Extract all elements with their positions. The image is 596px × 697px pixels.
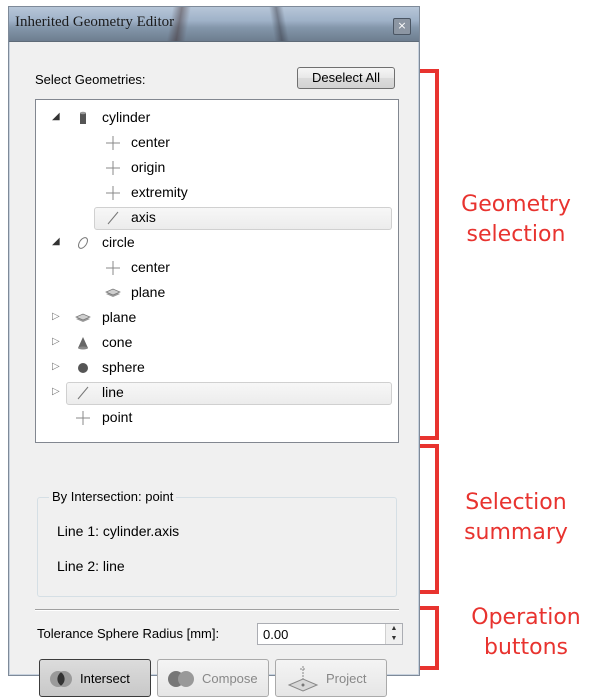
annotation-line: Selection xyxy=(465,490,567,515)
intersect-label: Intersect xyxy=(80,671,130,686)
expand-arrow-icon[interactable]: ▷ xyxy=(52,361,60,372)
cone-icon xyxy=(78,337,88,350)
tolerance-value[interactable]: 0.00 xyxy=(263,627,288,642)
tree-item-label: center xyxy=(131,134,170,150)
operation-buttons-annotation: Operation buttons xyxy=(456,603,596,663)
spin-arrows[interactable]: ▲ ▼ xyxy=(385,624,402,644)
project-icon xyxy=(287,666,319,692)
plane-icon xyxy=(105,288,121,297)
dialog-body: Select Geometries: Deselect All ◢ cylind… xyxy=(15,43,413,697)
summary-line-1: Line 1: cylinder.axis xyxy=(57,523,180,539)
intersect-button[interactable]: Intersect xyxy=(39,659,151,697)
expand-arrow-icon[interactable]: ▷ xyxy=(52,311,60,322)
tree-item-label: cone xyxy=(102,334,133,350)
tree-item-origin[interactable]: origin xyxy=(36,156,396,180)
selection-summary-annotation: Selection summary xyxy=(446,488,586,548)
tree-item-center[interactable]: center xyxy=(36,256,396,280)
tree-item-label: cylinder xyxy=(102,109,151,125)
summary-line-2: Line 2: line xyxy=(57,558,125,574)
compose-icon xyxy=(168,671,194,687)
tree-item-point[interactable]: point xyxy=(36,406,396,430)
annotation-line: Operation xyxy=(471,605,581,630)
annotation-line: buttons xyxy=(483,635,569,660)
collapse-arrow-icon[interactable]: ◢ xyxy=(52,236,60,247)
line-icon xyxy=(107,211,119,225)
inherited-geometry-editor-dialog: Inherited Geometry Editor × Select Geome… xyxy=(8,6,420,697)
line-icon xyxy=(77,386,89,400)
tree-item-plane[interactable]: ▷ plane xyxy=(36,306,396,330)
tree-item-sphere[interactable]: ▷ sphere xyxy=(36,356,396,380)
deselect-all-button[interactable]: Deselect All xyxy=(297,67,395,89)
tree-item-cone[interactable]: ▷ cone xyxy=(36,331,396,355)
separator xyxy=(35,609,399,611)
tree-item-label: line xyxy=(102,384,124,400)
point-icon xyxy=(106,261,120,275)
annotation-line: Geometry xyxy=(461,192,571,217)
tree-item-label: circle xyxy=(102,234,135,250)
tree-item-label: origin xyxy=(131,159,166,175)
tree-item-label: center xyxy=(131,259,170,275)
point-icon xyxy=(106,136,120,150)
geometry-selection-bracket xyxy=(420,69,439,440)
title-bar-background xyxy=(264,7,294,41)
cylinder-icon xyxy=(80,111,86,124)
geometry-tree[interactable]: ◢ cylinder center origin extremity axis … xyxy=(35,99,399,443)
operation-buttons-bracket xyxy=(420,606,439,670)
tree-item-center[interactable]: center xyxy=(36,131,396,155)
select-geometries-label: Select Geometries: xyxy=(35,72,146,87)
annotation-line: selection xyxy=(466,222,566,247)
tree-item-label: sphere xyxy=(102,359,145,375)
tree-item-label: point xyxy=(102,409,133,425)
project-button[interactable]: Project xyxy=(275,659,387,697)
circle-icon xyxy=(78,237,88,249)
point-icon xyxy=(106,186,120,200)
sphere-icon xyxy=(78,363,88,373)
geometry-selection-annotation: Geometry selection xyxy=(446,190,586,250)
tree-item-label: extremity xyxy=(131,184,188,200)
group-title: By Intersection: point xyxy=(49,489,177,504)
tree-item-plane[interactable]: plane xyxy=(36,281,396,305)
point-icon xyxy=(76,411,90,425)
intersect-icon xyxy=(50,671,72,687)
tree-item-axis[interactable]: axis xyxy=(36,206,396,230)
tolerance-spinbox[interactable]: 0.00 ▲ ▼ xyxy=(257,623,403,645)
project-label: Project xyxy=(326,671,367,686)
expand-arrow-icon[interactable]: ▷ xyxy=(52,386,60,397)
plane-icon xyxy=(75,313,91,322)
spin-up-icon[interactable]: ▲ xyxy=(386,624,402,634)
tree-item-line[interactable]: ▷ line xyxy=(36,381,396,405)
window-title: Inherited Geometry Editor xyxy=(15,14,175,30)
tree-item-label: axis xyxy=(131,209,156,225)
spin-down-icon[interactable]: ▼ xyxy=(386,634,402,644)
tree-item-cylinder[interactable]: ◢ cylinder xyxy=(36,106,396,130)
compose-label: Compose xyxy=(202,671,258,686)
tolerance-label: Tolerance Sphere Radius [mm]: xyxy=(37,626,220,641)
tree-item-circle[interactable]: ◢ circle xyxy=(36,231,396,255)
selection-summary-group xyxy=(37,497,397,597)
close-button[interactable]: × xyxy=(393,18,411,35)
tree-item-label: plane xyxy=(102,309,137,325)
tree-item-extremity[interactable]: extremity xyxy=(36,181,396,205)
title-bar[interactable]: Inherited Geometry Editor × xyxy=(9,7,419,42)
compose-button[interactable]: Compose xyxy=(157,659,269,697)
annotation-line: summary xyxy=(464,520,568,545)
selection-summary-bracket xyxy=(420,444,439,594)
collapse-arrow-icon[interactable]: ◢ xyxy=(52,111,60,122)
tree-item-label: plane xyxy=(131,284,166,300)
point-icon xyxy=(106,161,120,175)
expand-arrow-icon[interactable]: ▷ xyxy=(52,336,60,347)
